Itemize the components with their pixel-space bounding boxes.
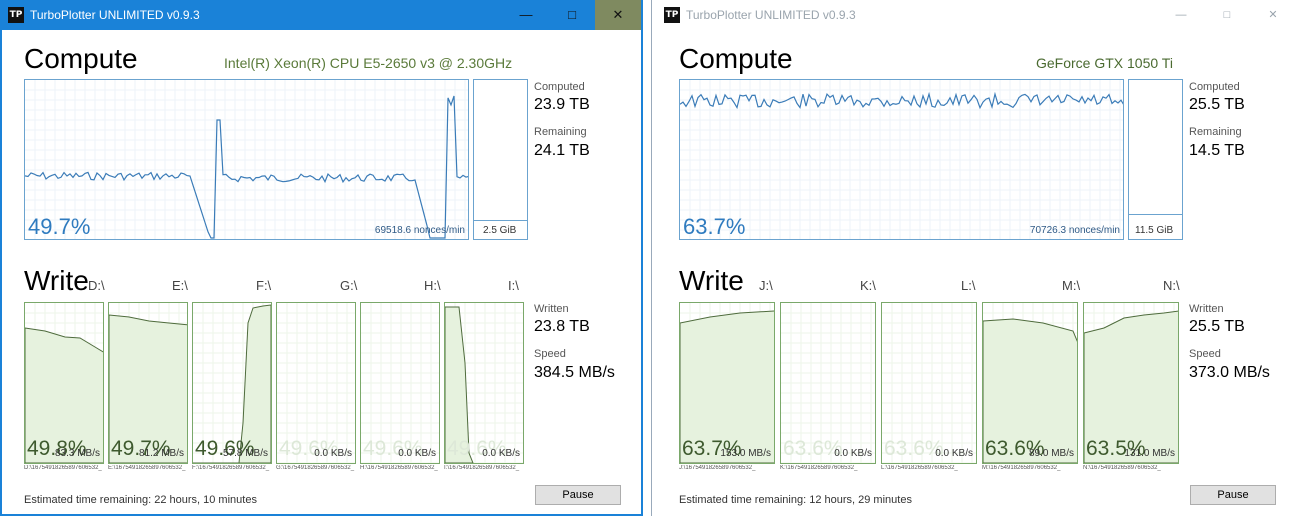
compute-percent: 49.7% — [28, 214, 91, 239]
drive-letter: G:\ — [340, 278, 358, 293]
compute-trace — [680, 91, 1123, 110]
minimize-button[interactable]: — — [503, 0, 549, 30]
window-title: TurboPlotter UNLIMITED v0.9.3 — [30, 8, 200, 22]
drive-graph: 49.7% 81.2 MB/s — [108, 302, 188, 464]
title-bar[interactable]: TP TurboPlotter UNLIMITED v0.9.3 — □ ✕ — [2, 0, 641, 30]
drive-path: L:\16754918265897606532_ — [881, 465, 958, 471]
title-bar[interactable]: TP TurboPlotter UNLIMITED v0.9.3 — □ ✕ — [652, 0, 1295, 30]
drive-graph: 49.6% 0.0 KB/s — [360, 302, 440, 464]
computed-value: 23.9 TB — [534, 96, 590, 113]
drive-speed: 0.0 KB/s — [482, 448, 520, 459]
drive-speed: 131.0 MB/s — [1124, 448, 1175, 459]
written-label: Written — [534, 303, 569, 315]
turboplotter-window-right: TP TurboPlotter UNLIMITED v0.9.3 — □ ✕ C… — [651, 0, 1295, 516]
drive-graph: 49.6% 0.0 KB/s — [276, 302, 356, 464]
remaining-value: 14.5 TB — [1189, 142, 1245, 159]
speed-label: Speed — [534, 348, 566, 360]
drive-graph: 63.6% 0.0 KB/s — [881, 302, 977, 464]
drive-speed: 57.8 MB/s — [222, 448, 268, 459]
drive-path: M:\16754918265897606532_ — [982, 465, 1061, 471]
write-heading: Write — [24, 265, 89, 296]
pause-button[interactable]: Pause — [535, 485, 621, 505]
device-name: GeForce GTX 1050 Ti — [1036, 55, 1173, 71]
speed-value: 384.5 MB/s — [534, 364, 615, 381]
remaining-value: 24.1 TB — [534, 142, 590, 159]
minimize-button[interactable]: — — [1158, 0, 1204, 30]
app-logo-icon: TP — [664, 7, 680, 23]
drive-graph: 63.5% 131.0 MB/s — [1083, 302, 1179, 464]
written-value: 25.5 TB — [1189, 318, 1245, 335]
drive-speed: 153.0 MB/s — [720, 448, 771, 459]
drive-letter: D:\ — [88, 278, 105, 293]
drive-path: J:\16754918265897606532_ — [679, 465, 756, 471]
nonces-rate: 69518.6 nonces/min — [374, 225, 465, 236]
remaining-label: Remaining — [534, 126, 587, 138]
drive-speed: 81.2 MB/s — [138, 448, 184, 459]
drive-graph: 63.6% 89.0 MB/s — [982, 302, 1078, 464]
drive-speed: 0.0 KB/s — [834, 448, 872, 459]
estimated-time: Estimated time remaining: 12 hours, 29 m… — [679, 494, 912, 506]
compute-percent: 63.7% — [683, 214, 746, 239]
memory-graph: 11.5 GiB — [1128, 79, 1183, 240]
compute-graph: 49.7% 69518.6 nonces/min — [24, 79, 469, 240]
drive-path: K:\16754918265897606532_ — [780, 465, 858, 471]
drive-path: N:\16754918265897606532_ — [1083, 465, 1161, 471]
drive-letter: H:\ — [424, 278, 441, 293]
written-label: Written — [1189, 303, 1224, 315]
drive-speed: 0.0 KB/s — [935, 448, 973, 459]
compute-heading: Compute — [24, 43, 138, 74]
written-value: 23.8 TB — [534, 318, 590, 335]
drive-letter: I:\ — [508, 278, 519, 293]
drive-letter: M:\ — [1062, 278, 1081, 293]
drive-letter: K:\ — [860, 278, 876, 293]
drive-graph: 63.6% 0.0 KB/s — [780, 302, 876, 464]
compute-graph-plot — [680, 80, 1123, 239]
window-title: TurboPlotter UNLIMITED v0.9.3 — [686, 8, 856, 22]
computed-value: 25.5 TB — [1189, 96, 1245, 113]
drive-graph: 49.8% 83.3 MB/s — [24, 302, 104, 464]
drive-letter: J:\ — [759, 278, 773, 293]
turboplotter-window-left: TP TurboPlotter UNLIMITED v0.9.3 — □ ✕ C… — [0, 0, 643, 516]
drive-speed: 0.0 KB/s — [398, 448, 436, 459]
drive-graph: 49.6% 57.8 MB/s — [192, 302, 272, 464]
drive-path: E:\16754918265897606532_ — [108, 465, 186, 471]
speed-label: Speed — [1189, 348, 1221, 360]
nonces-rate: 70726.3 nonces/min — [1029, 225, 1120, 236]
drive-graph: 49.6% 0.0 KB/s — [444, 302, 524, 464]
close-button[interactable]: ✕ — [595, 0, 641, 30]
estimated-time: Estimated time remaining: 22 hours, 10 m… — [24, 494, 257, 506]
drive-letter: L:\ — [961, 278, 976, 293]
drive-speed: 89.0 MB/s — [1028, 448, 1074, 459]
drive-graph: 63.7% 153.0 MB/s — [679, 302, 775, 464]
compute-trace — [25, 95, 468, 239]
drive-speed: 83.3 MB/s — [54, 448, 100, 459]
speed-value: 373.0 MB/s — [1189, 364, 1270, 381]
drive-path: F:\16754918265897606532_ — [192, 465, 270, 471]
app-logo-icon: TP — [8, 7, 24, 23]
memory-value: 2.5 GiB — [483, 225, 517, 236]
pause-button[interactable]: Pause — [1190, 485, 1276, 505]
drive-path: I:\16754918265897606532_ — [444, 465, 520, 471]
compute-graph: 63.7% 70726.3 nonces/min — [679, 79, 1124, 240]
memory-graph: 2.5 GiB — [473, 79, 528, 240]
drive-letter: E:\ — [172, 278, 188, 293]
drive-path: G:\16754918265897606532_ — [276, 465, 355, 471]
drive-path: H:\16754918265897606532_ — [360, 465, 438, 471]
drive-speed: 0.0 KB/s — [314, 448, 352, 459]
drive-letter: N:\ — [1163, 278, 1180, 293]
device-name: Intel(R) Xeon(R) CPU E5-2650 v3 @ 2.30GH… — [224, 55, 513, 71]
maximize-button[interactable]: □ — [549, 0, 595, 30]
drive-letter: F:\ — [256, 278, 272, 293]
memory-value: 11.5 GiB — [1135, 225, 1174, 236]
write-heading: Write — [679, 265, 744, 296]
computed-label: Computed — [1189, 81, 1240, 93]
maximize-button[interactable]: □ — [1204, 0, 1250, 30]
drive-path: D:\16754918265897606532_ — [24, 465, 102, 471]
computed-label: Computed — [534, 81, 585, 93]
remaining-label: Remaining — [1189, 126, 1242, 138]
close-button[interactable]: ✕ — [1250, 0, 1295, 30]
compute-graph-plot — [25, 80, 468, 239]
compute-heading: Compute — [679, 43, 793, 74]
